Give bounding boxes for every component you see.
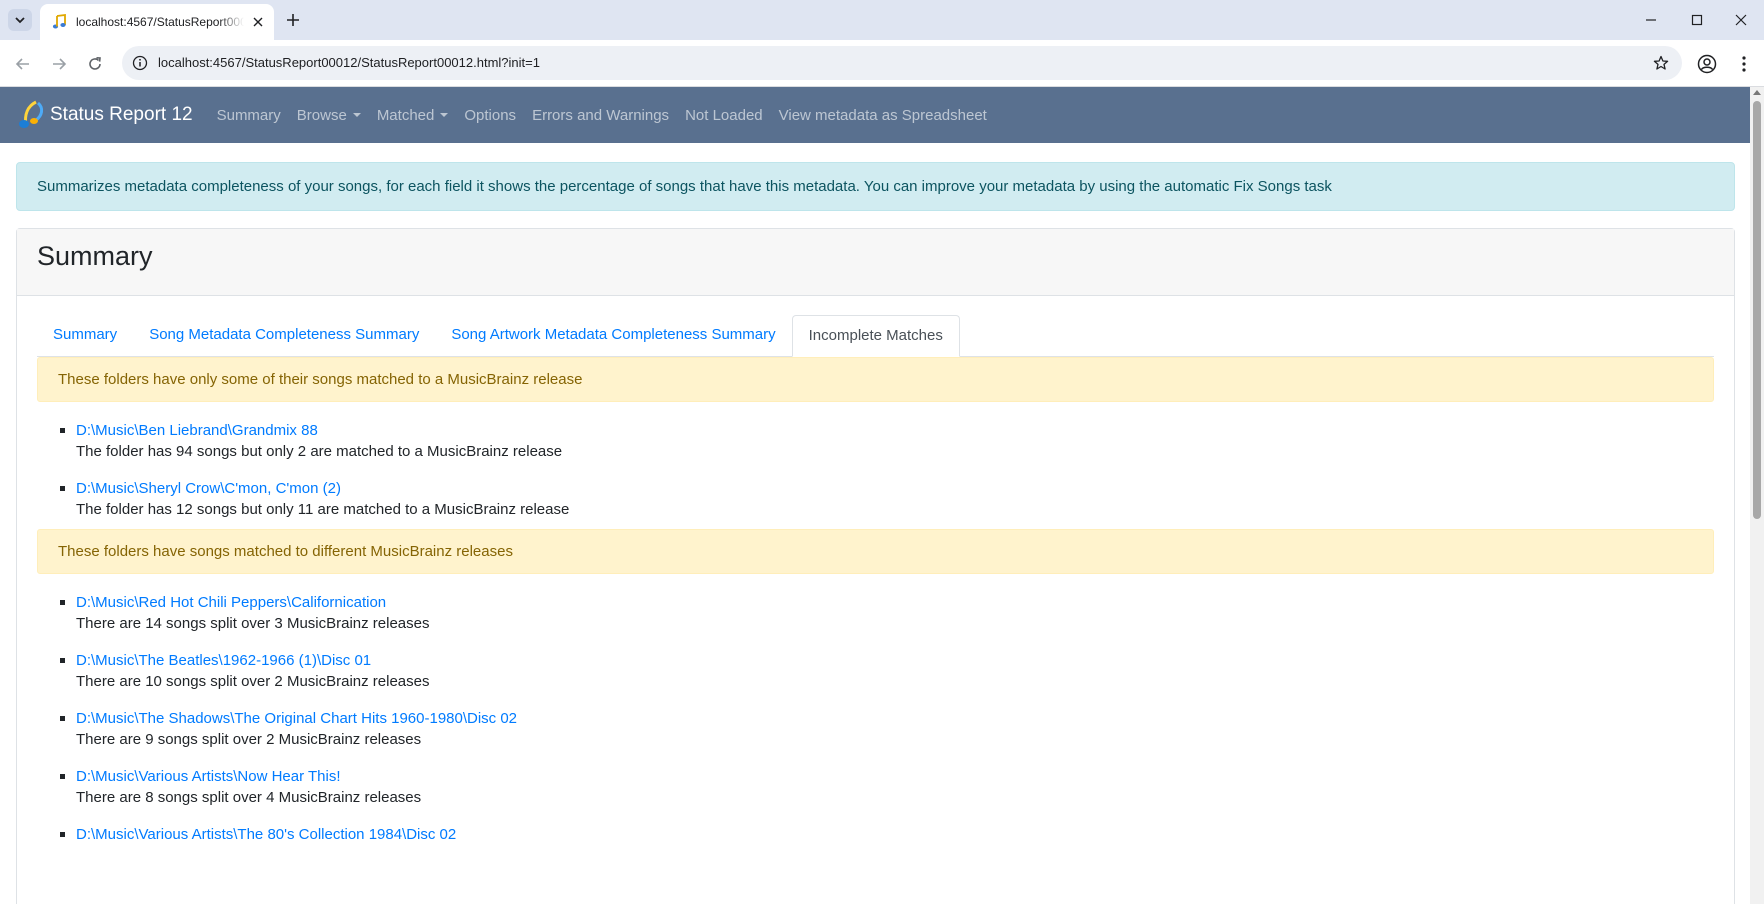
tab-title: localhost:4567/StatusReport00012/StatusR… xyxy=(76,15,244,29)
list-item: D:\Music\Various Artists\Now Hear This! … xyxy=(37,766,1714,808)
folder-link[interactable]: D:\Music\Red Hot Chili Peppers\Californi… xyxy=(76,592,1714,613)
scrollbar-thumb[interactable] xyxy=(1753,101,1761,519)
nav-matched-dropdown[interactable]: Matched xyxy=(369,107,457,124)
close-icon[interactable] xyxy=(250,14,266,30)
folder-description: There are 9 songs split over 2 MusicBrai… xyxy=(76,731,422,748)
address-bar[interactable]: localhost:4567/StatusReport00012/StatusR… xyxy=(122,46,1682,80)
folder-link[interactable]: D:\Music\Ben Liebrand\Grandmix 88 xyxy=(76,420,1714,441)
url-text: localhost:4567/StatusReport00012/StatusR… xyxy=(158,55,540,70)
caret-down-icon xyxy=(352,113,361,117)
folder-description: The folder has 12 songs but only 11 are … xyxy=(76,501,570,518)
reload-icon[interactable] xyxy=(81,50,109,78)
brand-title: Status Report 12 xyxy=(50,104,193,125)
list-item: D:\Music\Various Artists\The 80's Collec… xyxy=(37,824,1714,845)
card-title: Summary xyxy=(37,241,153,271)
list-item: D:\Music\The Beatles\1962-1966 (1)\Disc … xyxy=(37,650,1714,692)
scroll-up-arrow-icon[interactable] xyxy=(1753,90,1761,95)
maximize-icon[interactable] xyxy=(1674,0,1720,40)
nav-view-metadata-spreadsheet[interactable]: View metadata as Spreadsheet xyxy=(771,107,995,124)
info-alert: Summarizes metadata completeness of your… xyxy=(16,162,1735,211)
summary-card: Summary Summary Song Metadata Completene… xyxy=(16,228,1735,904)
nav-not-loaded[interactable]: Not Loaded xyxy=(677,107,771,124)
partial-matches-list: D:\Music\Ben Liebrand\Grandmix 88 The fo… xyxy=(37,420,1714,520)
tab-song-artwork-metadata-completeness[interactable]: Song Artwork Metadata Completeness Summa… xyxy=(435,315,791,357)
bullet xyxy=(60,428,65,433)
split-releases-heading: These folders have songs matched to diff… xyxy=(37,529,1714,574)
bullet xyxy=(60,832,65,837)
bookmark-star-icon[interactable] xyxy=(1652,54,1670,72)
browser-toolbar: localhost:4567/StatusReport00012/StatusR… xyxy=(0,40,1764,87)
new-tab-plus-icon[interactable] xyxy=(282,9,304,31)
folder-link[interactable]: D:\Music\The Shadows\The Original Chart … xyxy=(76,708,1714,729)
partial-matches-section: These folders have only some of their so… xyxy=(37,357,1714,536)
forward-arrow-icon[interactable] xyxy=(45,50,73,78)
brand[interactable]: Status Report 12 xyxy=(18,100,193,130)
nav-browse-label: Browse xyxy=(296,106,347,124)
tab-search-chevron-icon[interactable] xyxy=(8,9,32,31)
site-info-icon[interactable] xyxy=(131,54,149,72)
nav-browse-dropdown[interactable]: Browse xyxy=(289,107,369,124)
card-header: Summary xyxy=(17,229,1734,296)
tab-song-metadata-completeness[interactable]: Song Metadata Completeness Summary xyxy=(133,315,435,357)
bullet xyxy=(60,600,65,605)
nav-summary[interactable]: Summary xyxy=(209,107,289,124)
report-tabs: Summary Song Metadata Completeness Summa… xyxy=(37,315,1714,357)
browser-tab[interactable]: localhost:4567/StatusReport00012/StatusR… xyxy=(40,4,274,40)
more-menu-icon[interactable] xyxy=(1733,53,1755,75)
folder-link[interactable]: D:\Music\Various Artists\The 80's Collec… xyxy=(76,824,1714,845)
tab-incomplete-matches[interactable]: Incomplete Matches xyxy=(791,315,960,357)
back-arrow-icon[interactable] xyxy=(9,50,37,78)
minimize-icon[interactable] xyxy=(1628,0,1674,40)
list-item: D:\Music\Sheryl Crow\C'mon, C'mon (2) Th… xyxy=(37,478,1714,520)
split-releases-section: These folders have songs matched to diff… xyxy=(37,529,1714,861)
nav-options[interactable]: Options xyxy=(456,107,524,124)
folder-link[interactable]: D:\Music\Various Artists\Now Hear This! xyxy=(76,766,1714,787)
bullet xyxy=(60,774,65,779)
list-item: D:\Music\The Shadows\The Original Chart … xyxy=(37,708,1714,750)
folder-link[interactable]: D:\Music\The Beatles\1962-1966 (1)\Disc … xyxy=(76,650,1714,671)
music-note-icon xyxy=(50,13,68,31)
folder-description: There are 10 songs split over 2 MusicBra… xyxy=(76,673,430,690)
list-item: D:\Music\Ben Liebrand\Grandmix 88 The fo… xyxy=(37,420,1714,462)
music-logo-icon xyxy=(19,100,44,128)
tab-summary[interactable]: Summary xyxy=(37,315,133,357)
browser-tab-strip: localhost:4567/StatusReport00012/StatusR… xyxy=(0,0,1764,40)
folder-description: The folder has 94 songs but only 2 are m… xyxy=(76,443,563,460)
nav-errors-and-warnings[interactable]: Errors and Warnings xyxy=(524,107,677,124)
bullet xyxy=(60,486,65,491)
folder-description: There are 14 songs split over 3 MusicBra… xyxy=(76,615,430,632)
list-item: D:\Music\Red Hot Chili Peppers\Californi… xyxy=(37,592,1714,634)
partial-matches-heading: These folders have only some of their so… xyxy=(37,357,1714,402)
page-viewport: Status Report 12 Summary Browse Matched … xyxy=(0,87,1764,904)
folder-link[interactable]: D:\Music\Sheryl Crow\C'mon, C'mon (2) xyxy=(76,478,1714,499)
caret-down-icon xyxy=(440,113,449,117)
split-releases-list: D:\Music\Red Hot Chili Peppers\Californi… xyxy=(37,592,1714,845)
folder-description: There are 8 songs split over 4 MusicBrai… xyxy=(76,789,422,806)
bullet xyxy=(60,716,65,721)
profile-avatar-icon[interactable] xyxy=(1696,53,1718,75)
app-navbar: Status Report 12 Summary Browse Matched … xyxy=(0,87,1750,143)
nav-matched-label: Matched xyxy=(376,106,435,124)
window-close-icon[interactable] xyxy=(1718,0,1764,40)
bullet xyxy=(60,658,65,663)
page-scrollbar[interactable] xyxy=(1750,87,1764,904)
